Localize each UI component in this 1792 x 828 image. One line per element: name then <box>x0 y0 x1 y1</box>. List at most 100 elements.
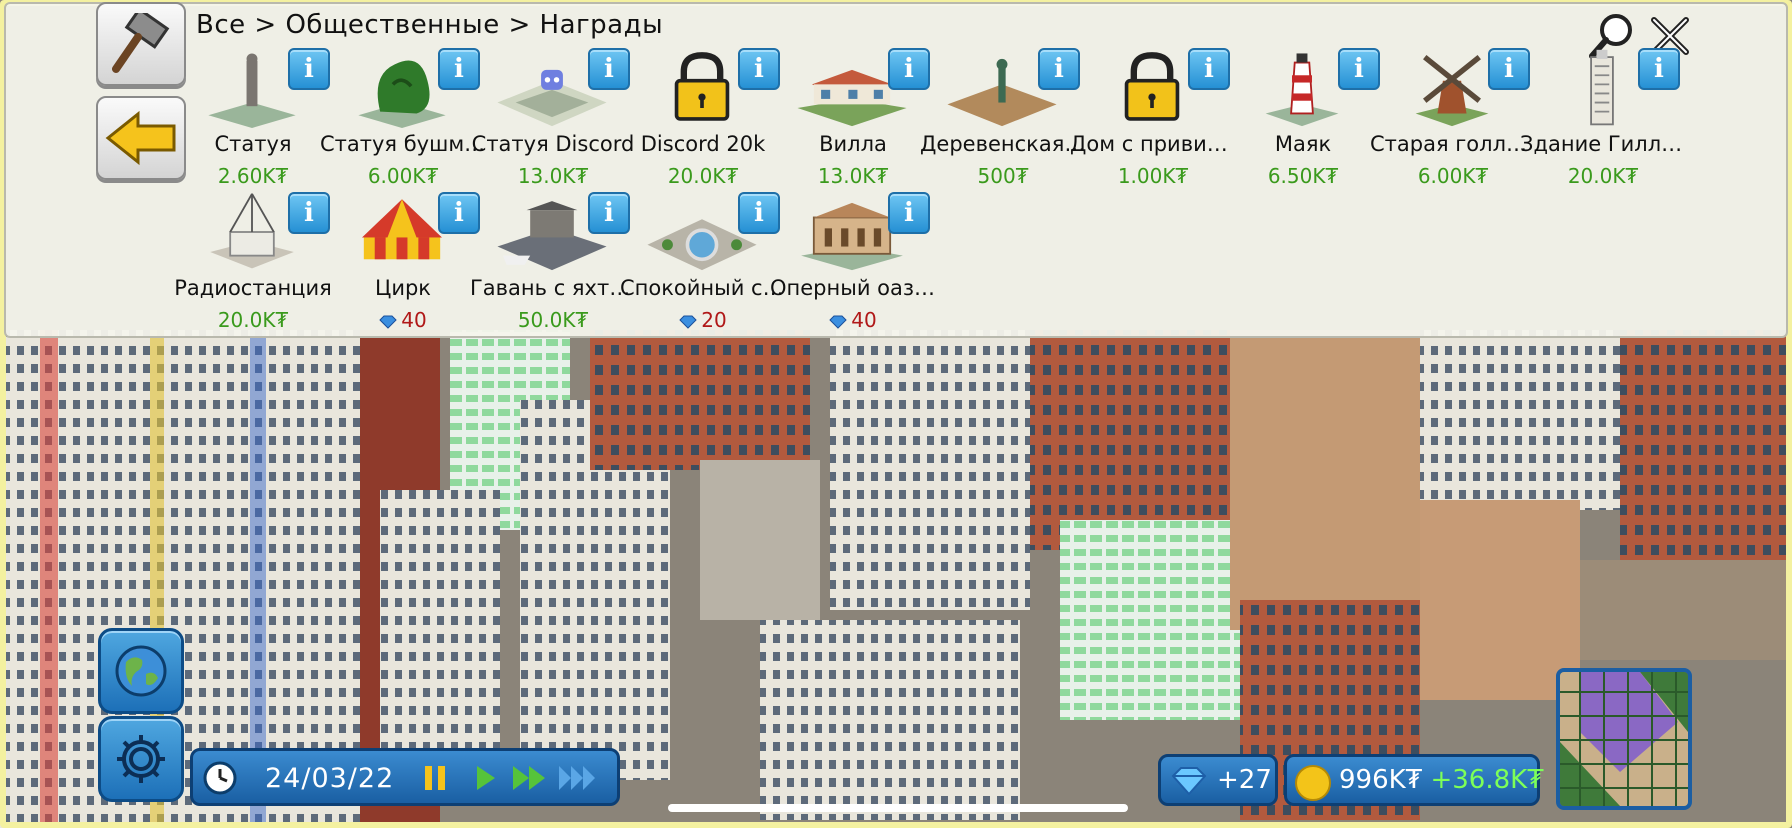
minimap[interactable] <box>1556 668 1692 810</box>
item-price: 20.0K₮ <box>178 308 328 332</box>
settings-button[interactable] <box>98 716 184 802</box>
globe-icon <box>115 645 167 697</box>
item-tile[interactable]: i Маяк 6.50K₮ <box>1228 42 1380 188</box>
item-name: Старая голлан... <box>1370 132 1536 156</box>
item-price: 6.00K₮ <box>328 164 478 188</box>
info-button[interactable]: i <box>1338 48 1380 90</box>
build-tool-button[interactable] <box>96 2 186 86</box>
info-button[interactable]: i <box>438 48 480 90</box>
item-tile[interactable]: i Спокойный си... 20 <box>620 186 786 332</box>
info-button[interactable]: i <box>738 192 780 234</box>
item-tile[interactable]: i Статуя Discord 13.0K₮ <box>472 42 634 188</box>
item-price: 6.50K₮ <box>1228 164 1378 188</box>
item-name: Радиостанция <box>174 276 332 300</box>
item-tile[interactable]: i Статуя 2.60K₮ <box>178 42 330 188</box>
item-price-value: 500₮ <box>977 164 1029 188</box>
play-button[interactable] <box>469 762 501 794</box>
item-price-value: 6.00K₮ <box>367 164 439 188</box>
item-price: 20 <box>628 308 778 332</box>
item-price-value: 50.0K₮ <box>517 308 589 332</box>
item-tile[interactable]: i Здание Гилле... 20.0K₮ <box>1520 42 1686 188</box>
diamonds-value: +27 <box>1217 765 1272 795</box>
item-name: Маяк <box>1274 132 1332 156</box>
item-tile[interactable]: i Вилла 13.0K₮ <box>778 42 930 188</box>
item-name: Дом с привиде... <box>1070 132 1236 156</box>
money-counter[interactable]: 996K₮ +36.8K₮ <box>1284 754 1544 806</box>
item-price-value: 40 <box>401 308 427 332</box>
info-button[interactable]: i <box>1188 48 1230 90</box>
diamond-icon <box>379 315 397 329</box>
info-button[interactable]: i <box>438 192 480 234</box>
item-name: Статуя <box>214 132 292 156</box>
item-tile[interactable]: i Дом с привиде... 1.00K₮ <box>1070 42 1236 188</box>
info-button[interactable]: i <box>1488 48 1530 90</box>
item-tile[interactable]: i Радиостанция 20.0K₮ <box>174 186 332 332</box>
item-price: 2.60K₮ <box>178 164 328 188</box>
item-tile[interactable]: i Discord 20k 20.0K₮ <box>628 42 780 188</box>
item-tile[interactable]: i Гавань с яхтами 50.0K₮ <box>470 186 636 332</box>
item-price: 20.0K₮ <box>1528 164 1678 188</box>
diamonds-counter[interactable]: +27 <box>1158 754 1278 806</box>
item-price-value: 20.0K₮ <box>667 164 739 188</box>
item-price: 1.00K₮ <box>1078 164 1228 188</box>
world-button[interactable] <box>98 628 184 714</box>
item-price-value: 6.00K₮ <box>1417 164 1489 188</box>
item-tile[interactable]: i Деревенская п... 500₮ <box>920 42 1086 188</box>
item-price: 6.00K₮ <box>1378 164 1528 188</box>
item-name: Оперный оазис <box>770 276 936 300</box>
arrow-left-icon <box>105 110 176 166</box>
item-name: Цирк <box>375 276 431 300</box>
clock-icon <box>203 761 237 795</box>
item-tile[interactable]: i Старая голлан... 6.00K₮ <box>1370 42 1536 188</box>
item-name: Деревенская п... <box>920 132 1086 156</box>
info-button[interactable]: i <box>588 192 630 234</box>
info-button[interactable]: i <box>1038 48 1080 90</box>
gear-icon <box>117 735 165 783</box>
item-price-value: 13.0K₮ <box>517 164 589 188</box>
item-name: Вилла <box>819 132 887 156</box>
diamond-icon <box>1171 767 1207 795</box>
item-name: Статуя бушмена <box>320 132 486 156</box>
item-price-value: 1.00K₮ <box>1117 164 1189 188</box>
info-button[interactable]: i <box>1638 48 1680 90</box>
item-tile[interactable]: i Статуя бушмена 6.00K₮ <box>320 42 486 188</box>
item-name: Discord 20k <box>640 132 766 156</box>
fastest-button[interactable] <box>557 762 599 794</box>
income-value: +36.8K₮ <box>1430 765 1544 795</box>
item-price-value: 20 <box>701 308 727 332</box>
info-button[interactable]: i <box>738 48 780 90</box>
item-name: Здание Гилле... <box>1520 132 1686 156</box>
info-button[interactable]: i <box>288 48 330 90</box>
info-button[interactable]: i <box>888 192 930 234</box>
item-price: 13.0K₮ <box>478 164 628 188</box>
item-name: Гавань с яхтами <box>470 276 636 300</box>
breadcrumb: Все > Общественные > Награды <box>196 10 664 40</box>
item-tile[interactable]: i Цирк 40 <box>328 186 480 332</box>
item-price-value: 2.60K₮ <box>217 164 289 188</box>
diamond-icon <box>679 315 697 329</box>
item-price-value: 20.0K₮ <box>1567 164 1639 188</box>
item-price: 40 <box>328 308 478 332</box>
fast-forward-button[interactable] <box>509 762 549 794</box>
coin-icon <box>1295 765 1331 801</box>
item-tile[interactable]: i Оперный оазис 40 <box>770 186 936 332</box>
item-price: 40 <box>778 308 928 332</box>
pause-button[interactable] <box>419 762 451 794</box>
info-button[interactable]: i <box>888 48 930 90</box>
time-controls: 24/03/22 <box>190 748 620 806</box>
info-button[interactable]: i <box>588 48 630 90</box>
item-price: 50.0K₮ <box>478 308 628 332</box>
diamond-icon <box>829 315 847 329</box>
info-button[interactable]: i <box>288 192 330 234</box>
home-indicator <box>668 804 1128 812</box>
item-name: Спокойный си... <box>620 276 786 300</box>
item-price: 20.0K₮ <box>628 164 778 188</box>
item-price-value: 40 <box>851 308 877 332</box>
item-price-value: 13.0K₮ <box>817 164 889 188</box>
minimap-image <box>1560 672 1688 806</box>
item-name: Статуя Discord <box>471 132 635 156</box>
item-price: 500₮ <box>928 164 1078 188</box>
item-price: 13.0K₮ <box>778 164 928 188</box>
item-price-value: 20.0K₮ <box>217 308 289 332</box>
money-value: 996K₮ <box>1339 765 1423 795</box>
